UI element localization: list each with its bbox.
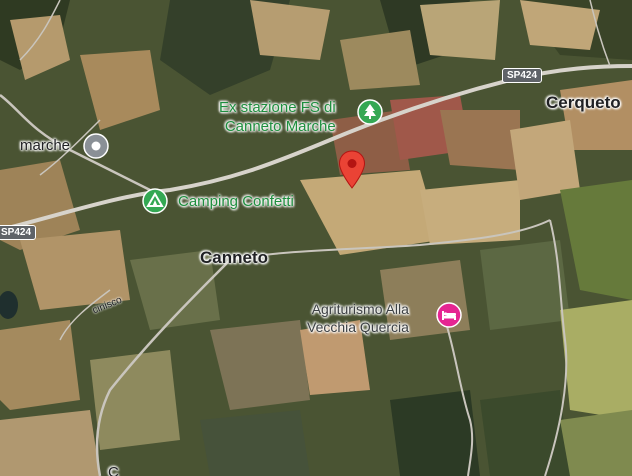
poi-agriturismo-line2: Vecchia Quercia (307, 319, 409, 335)
place-label-cerqueto[interactable]: Cerqueto (546, 93, 621, 113)
poi-ex-stazione[interactable]: Ex stazione FS di Canneto Marche (219, 98, 336, 136)
camping-tent-icon[interactable] (142, 188, 168, 214)
poi-camping-confetti[interactable]: Camping Confetti (178, 192, 294, 211)
sp424-road-shield-left: SP424 (0, 225, 37, 240)
sp424-road-shield: SP424 (502, 68, 543, 83)
hotel-bed-icon[interactable] (436, 302, 462, 328)
red-location-pin[interactable] (338, 150, 366, 190)
poi-agriturismo[interactable]: Agriturismo Alla Vecchia Quercia (307, 300, 409, 336)
tree-icon[interactable] (357, 99, 383, 125)
map-view[interactable]: SP424 SP424 Cerqueto Canneto Ex stazione… (0, 0, 632, 476)
place-label-marche[interactable]: marche (20, 137, 70, 154)
poi-ex-stazione-line1: Ex stazione FS di (219, 99, 336, 116)
place-label-partial: C (108, 464, 119, 476)
place-dot-icon[interactable] (83, 133, 109, 159)
poi-ex-stazione-line2: Canneto Marche (224, 118, 336, 135)
place-label-canneto[interactable]: Canneto (200, 248, 268, 268)
poi-agriturismo-line1: Agriturismo Alla (311, 301, 409, 317)
